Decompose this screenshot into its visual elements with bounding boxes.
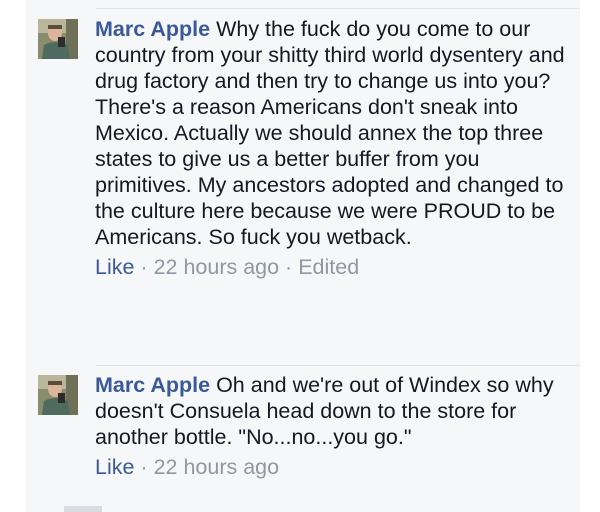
avatar[interactable] [38, 375, 78, 415]
comment-body: Marc Apple Oh and we're out of Windex so… [95, 372, 565, 480]
separator: · [279, 255, 299, 279]
timestamp-link[interactable]: 22 hours ago [154, 455, 280, 479]
author-name-link[interactable]: Marc Apple [95, 373, 210, 397]
comment-meta: Like · 22 hours ago [95, 454, 565, 480]
comment-text: Marc Apple Oh and we're out of Windex so… [95, 372, 565, 450]
timestamp-link[interactable]: 22 hours ago [154, 255, 280, 279]
avatar[interactable] [38, 19, 78, 59]
divider [96, 8, 580, 9]
comment-body: Marc Apple Why the fuck do you come to o… [95, 16, 565, 280]
comment-thread: Marc Apple Why the fuck do you come to o… [26, 0, 580, 512]
separator: · [134, 455, 154, 479]
author-name-link[interactable]: Marc Apple [95, 17, 210, 41]
edited-label[interactable]: Edited [298, 255, 359, 279]
like-link[interactable]: Like [95, 255, 134, 279]
divider [96, 365, 580, 366]
like-link[interactable]: Like [95, 455, 134, 479]
page: Marc Apple Why the fuck do you come to o… [0, 0, 600, 512]
separator: · [134, 255, 154, 279]
comment-meta: Like · 22 hours ago · Edited [95, 254, 565, 280]
comment-message: Why the fuck do you come to our country … [95, 17, 565, 249]
comment-text: Marc Apple Why the fuck do you come to o… [95, 16, 565, 250]
next-comment-avatar-edge [64, 506, 102, 512]
